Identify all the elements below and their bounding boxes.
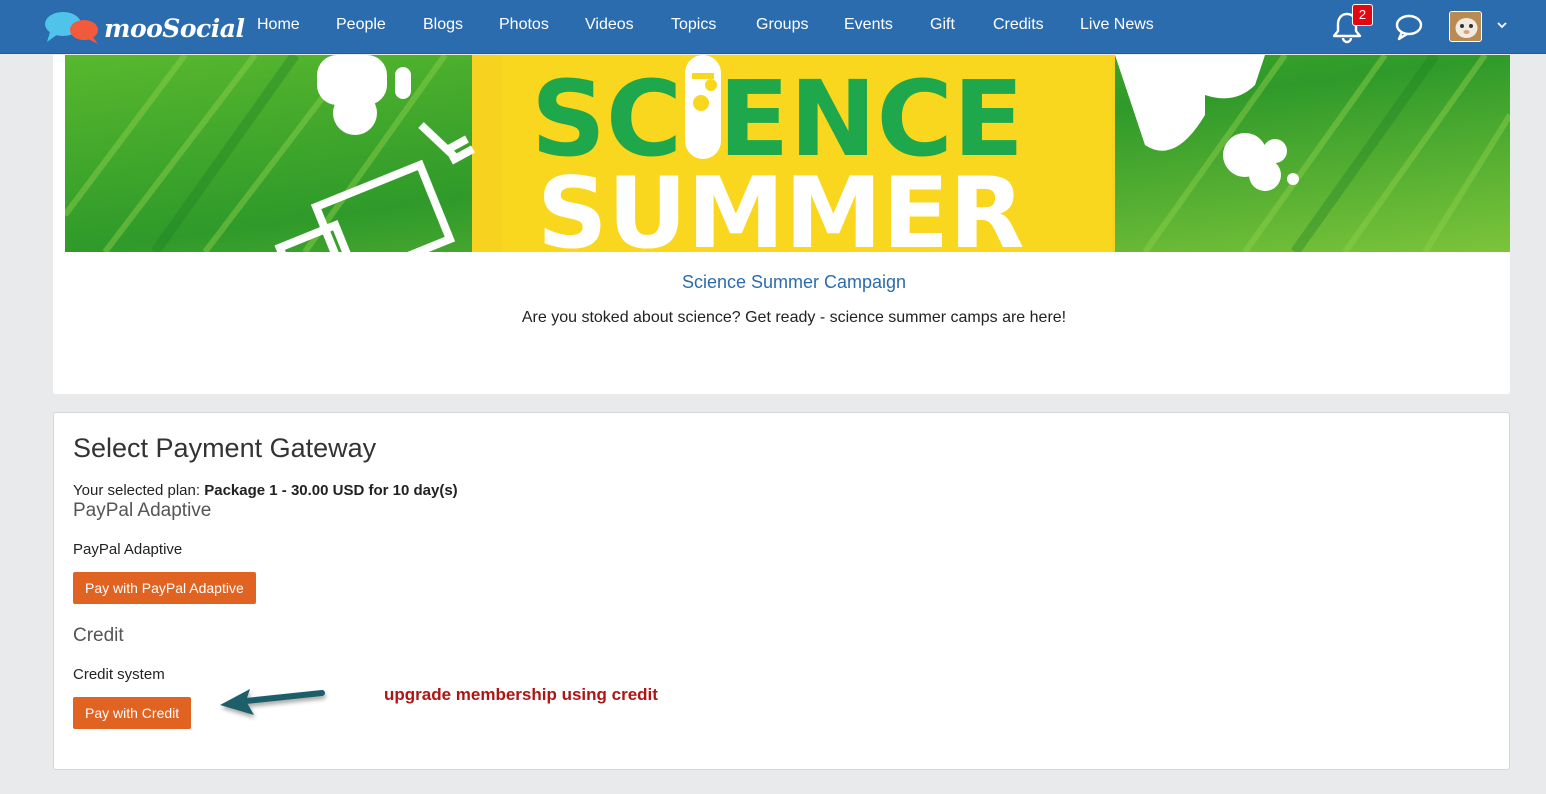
campaign-banner[interactable]: SC ENCE SUMMER bbox=[65, 55, 1510, 252]
chat-bubbles-logo-icon bbox=[45, 12, 98, 44]
nav-events[interactable]: Events bbox=[844, 0, 930, 54]
campaign-description: Are you stoked about science? Get ready … bbox=[521, 309, 1067, 326]
selected-plan: Your selected plan: Package 1 - 30.00 US… bbox=[73, 482, 458, 499]
page-title: Select Payment Gateway bbox=[73, 433, 377, 463]
pay-with-paypal-button[interactable]: Pay with PayPal Adaptive bbox=[73, 572, 256, 604]
nav-gift[interactable]: Gift bbox=[930, 0, 993, 54]
nav-topics[interactable]: Topics bbox=[671, 0, 756, 54]
science-summer-banner-image: SC ENCE SUMMER bbox=[65, 55, 1510, 252]
site-logo[interactable]: mooSocial bbox=[44, 8, 245, 46]
nav-live-news[interactable]: Live News bbox=[1080, 0, 1170, 54]
campaign-card: SC ENCE SUMMER Science Summer Campaign A… bbox=[53, 55, 1510, 394]
nav-groups[interactable]: Groups bbox=[756, 0, 844, 54]
nav-people[interactable]: People bbox=[336, 0, 423, 54]
nav-videos[interactable]: Videos bbox=[585, 0, 671, 54]
selected-plan-label: Your selected plan: bbox=[73, 482, 205, 499]
banner-line2: SUMMER bbox=[537, 157, 1025, 252]
chevron-down-icon[interactable] bbox=[1495, 18, 1509, 32]
credit-section-heading: Credit bbox=[73, 625, 124, 646]
annotation-arrow-icon bbox=[220, 689, 325, 715]
credit-gateway-name: Credit system bbox=[73, 666, 165, 683]
notification-badge: 2 bbox=[1352, 4, 1373, 26]
pay-with-credit-button[interactable]: Pay with Credit bbox=[73, 697, 192, 729]
selected-plan-value: Package 1 - 30.00 USD for 10 day(s) bbox=[204, 482, 458, 499]
top-navbar: mooSocial Home People Blogs Photos Video… bbox=[0, 0, 1546, 54]
avatar-image bbox=[1450, 12, 1481, 41]
nav-credits[interactable]: Credits bbox=[993, 0, 1080, 54]
messages-icon[interactable] bbox=[1394, 12, 1424, 42]
main-nav: Home People Blogs Photos Videos Topics G… bbox=[257, 0, 1170, 54]
payment-gateway-card: Select Payment Gateway Your selected pla… bbox=[53, 412, 1510, 770]
paypal-section-heading: PayPal Adaptive bbox=[73, 500, 212, 521]
brand-name: mooSocial bbox=[104, 14, 245, 43]
campaign-title-link[interactable]: Science Summer Campaign bbox=[53, 272, 1535, 293]
paypal-gateway-name: PayPal Adaptive bbox=[73, 541, 183, 558]
nav-blogs[interactable]: Blogs bbox=[423, 0, 499, 54]
nav-photos[interactable]: Photos bbox=[499, 0, 585, 54]
user-avatar[interactable] bbox=[1449, 11, 1482, 42]
annotation-text: upgrade membership using credit bbox=[384, 685, 658, 704]
nav-home[interactable]: Home bbox=[257, 0, 336, 54]
